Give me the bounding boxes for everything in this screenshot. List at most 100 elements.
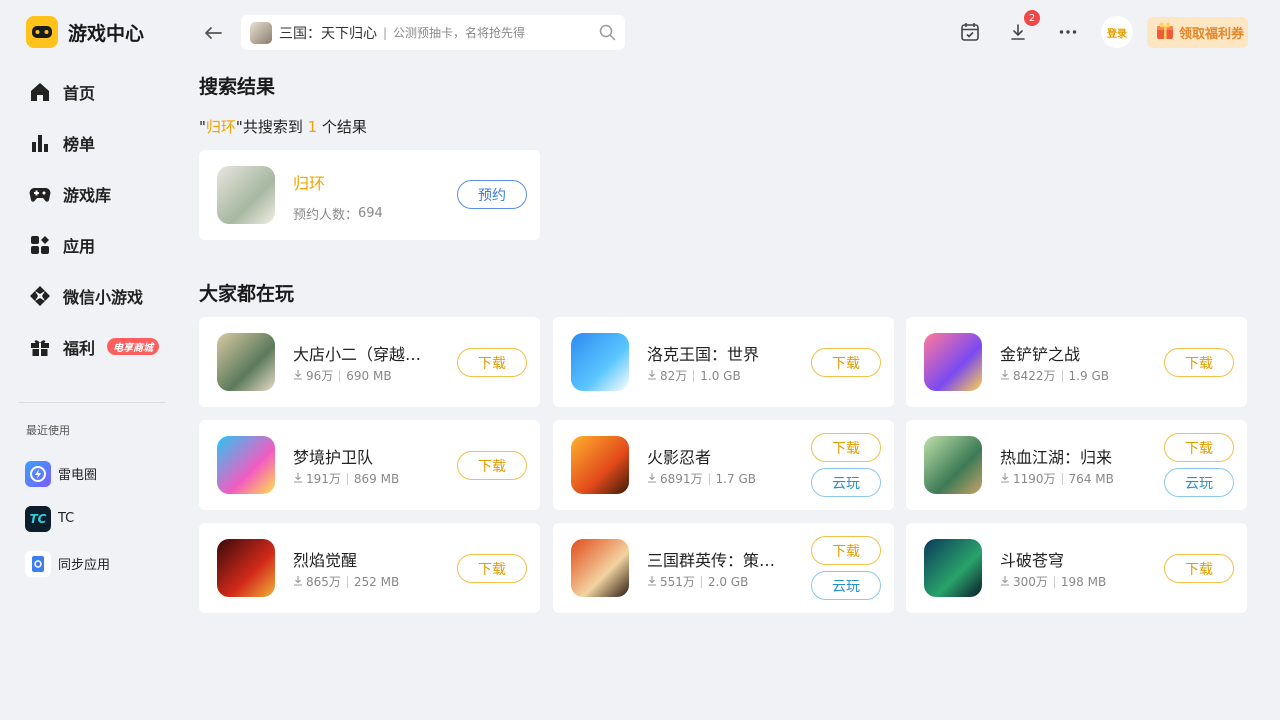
download-small-icon — [647, 575, 657, 589]
download-count: 865万 — [306, 575, 341, 589]
download-button[interactable]: 下载 — [811, 348, 881, 377]
sidebar-item-label: 首页 — [63, 83, 96, 103]
game-card[interactable]: 三国群英传：策定九州 551万 2.0 GB 下载云玩 — [553, 523, 894, 613]
game-card[interactable]: 斗破苍穹 300万 198 MB 下载 — [906, 523, 1247, 613]
recent-item-leidian[interactable]: 雷电圈 — [25, 451, 110, 496]
recent-item-tc[interactable]: TC TC — [25, 496, 110, 541]
sync-app-icon — [25, 550, 51, 577]
game-name: 大店小二（穿越经营） — [293, 345, 433, 364]
download-count: 82万 — [660, 369, 688, 383]
sidebar-item-welfare[interactable]: 福利 电享商城 — [18, 321, 168, 372]
sidebar-item-mini-games[interactable]: 微信小游戏 — [18, 270, 168, 321]
download-button[interactable]: 下载 — [457, 451, 527, 480]
search-results-title: 搜索结果 — [199, 76, 276, 98]
sidebar-item-ranking[interactable]: 榜单 — [18, 117, 168, 168]
game-icon — [924, 539, 982, 597]
claim-coupon-button[interactable]: 领取福利券 — [1147, 17, 1248, 48]
search-separator: | — [383, 25, 388, 40]
game-name: 金铲铲之战 — [1000, 345, 1081, 364]
game-card[interactable]: 梦境护卫队 191万 869 MB 下载 — [199, 420, 540, 510]
game-meta: 300万 198 MB — [1000, 573, 1106, 590]
download-button[interactable]: 下载 — [1164, 554, 1234, 583]
download-count: 8422万 — [1013, 369, 1056, 383]
meta-divider — [708, 472, 710, 485]
app-logo[interactable]: 游戏中心 — [26, 16, 144, 48]
popular-section-title: 大家都在玩 — [199, 283, 295, 305]
sidebar-item-apps[interactable]: 应用 — [18, 219, 168, 270]
game-name: 热血江湖：归来 — [1000, 448, 1113, 467]
game-name: 归环 — [293, 174, 326, 193]
download-button[interactable]: 下载 — [1164, 433, 1234, 462]
download-count: 1190万 — [1013, 472, 1056, 486]
meta-divider — [700, 575, 702, 588]
gift-box-icon — [1155, 21, 1175, 45]
game-card[interactable]: 热血江湖：归来 1190万 764 MB 下载云玩 — [906, 420, 1247, 510]
file-size: 764 MB — [1068, 471, 1114, 486]
download-button[interactable]: 下载 — [457, 554, 527, 583]
more-options-icon[interactable] — [1056, 20, 1080, 44]
game-meta: 6891万 1.7 GB — [647, 470, 756, 487]
app-title: 游戏中心 — [68, 22, 145, 45]
meta-divider — [346, 575, 348, 588]
download-button[interactable]: 下载 — [1164, 348, 1234, 377]
download-button[interactable]: 下载 — [811, 433, 881, 462]
cloud-play-button[interactable]: 云玩 — [1164, 468, 1234, 497]
reserve-button[interactable]: 预约 — [457, 180, 527, 209]
game-meta: 865万 252 MB — [293, 573, 399, 590]
sidebar-item-label: 榜单 — [63, 134, 96, 154]
game-name: 斗破苍穹 — [1000, 551, 1065, 570]
game-meta: 191万 869 MB — [293, 470, 399, 487]
game-meta: 96万 690 MB — [293, 367, 392, 384]
game-name: 火影忍者 — [647, 448, 712, 467]
cloud-play-button[interactable]: 云玩 — [811, 468, 881, 497]
login-button[interactable]: 登录 — [1101, 16, 1133, 48]
meta-divider — [346, 472, 348, 485]
reservation-label: 预约人数： — [293, 208, 359, 223]
recent-item-label: 同步应用 — [58, 558, 111, 573]
leidian-circle-icon — [25, 460, 51, 487]
tc-app-icon: TC — [25, 505, 51, 532]
download-button[interactable]: 下载 — [811, 536, 881, 565]
sidebar-item-label: 应用 — [63, 236, 96, 256]
calendar-icon[interactable] — [958, 20, 982, 44]
file-size: 1.9 GB — [1068, 368, 1109, 383]
mall-badge: 电享商城 — [107, 338, 160, 355]
download-count: 551万 — [660, 575, 695, 589]
game-icon — [924, 436, 982, 494]
arrow-left-icon — [205, 27, 222, 39]
game-card[interactable]: 洛克王国：世界 82万 1.0 GB 下载 — [553, 317, 894, 407]
game-icon — [571, 539, 629, 597]
game-card[interactable]: 火影忍者 6891万 1.7 GB 下载云玩 — [553, 420, 894, 510]
summary-suffix: 个结果 — [317, 118, 367, 136]
search-input[interactable]: 三国：天下归心 | 公测预抽卡，名将抢先得 — [241, 15, 625, 50]
back-button[interactable] — [200, 20, 226, 46]
download-small-icon — [293, 369, 303, 383]
game-card[interactable]: 烈焰觉醒 865万 252 MB 下载 — [199, 523, 540, 613]
game-card[interactable]: 大店小二（穿越经营） 96万 690 MB 下载 — [199, 317, 540, 407]
recent-list: 雷电圈 TC TC 同步应用 — [25, 451, 110, 586]
quote-open: " — [199, 118, 206, 136]
search-suggestion-title: 三国：天下归心 — [279, 25, 377, 42]
game-icon — [217, 333, 275, 391]
download-count: 300万 — [1013, 575, 1048, 589]
sidebar-item-game-library[interactable]: 游戏库 — [18, 168, 168, 219]
download-button[interactable]: 下载 — [457, 348, 527, 377]
game-card[interactable]: 金铲铲之战 8422万 1.9 GB 下载 — [906, 317, 1247, 407]
game-icon — [217, 436, 275, 494]
mini-game-icon — [28, 284, 52, 308]
meta-divider — [1061, 369, 1063, 382]
game-meta: 8422万 1.9 GB — [1000, 367, 1109, 384]
search-result-card[interactable]: 归环 预约人数： 694 预约 — [199, 150, 540, 240]
file-size: 198 MB — [1060, 574, 1107, 589]
game-icon — [924, 333, 982, 391]
sidebar-divider — [18, 402, 166, 403]
cloud-play-button[interactable]: 云玩 — [811, 571, 881, 600]
recent-item-sync-apps[interactable]: 同步应用 — [25, 541, 110, 586]
file-size: 1.7 GB — [715, 471, 756, 486]
home-icon — [28, 80, 52, 104]
ranking-icon — [28, 131, 52, 155]
game-name: 三国群英传：策定九州 — [647, 551, 787, 570]
sidebar-item-home[interactable]: 首页 — [18, 66, 168, 117]
coupon-label: 领取福利券 — [1179, 27, 1245, 42]
search-icon[interactable] — [599, 24, 616, 45]
